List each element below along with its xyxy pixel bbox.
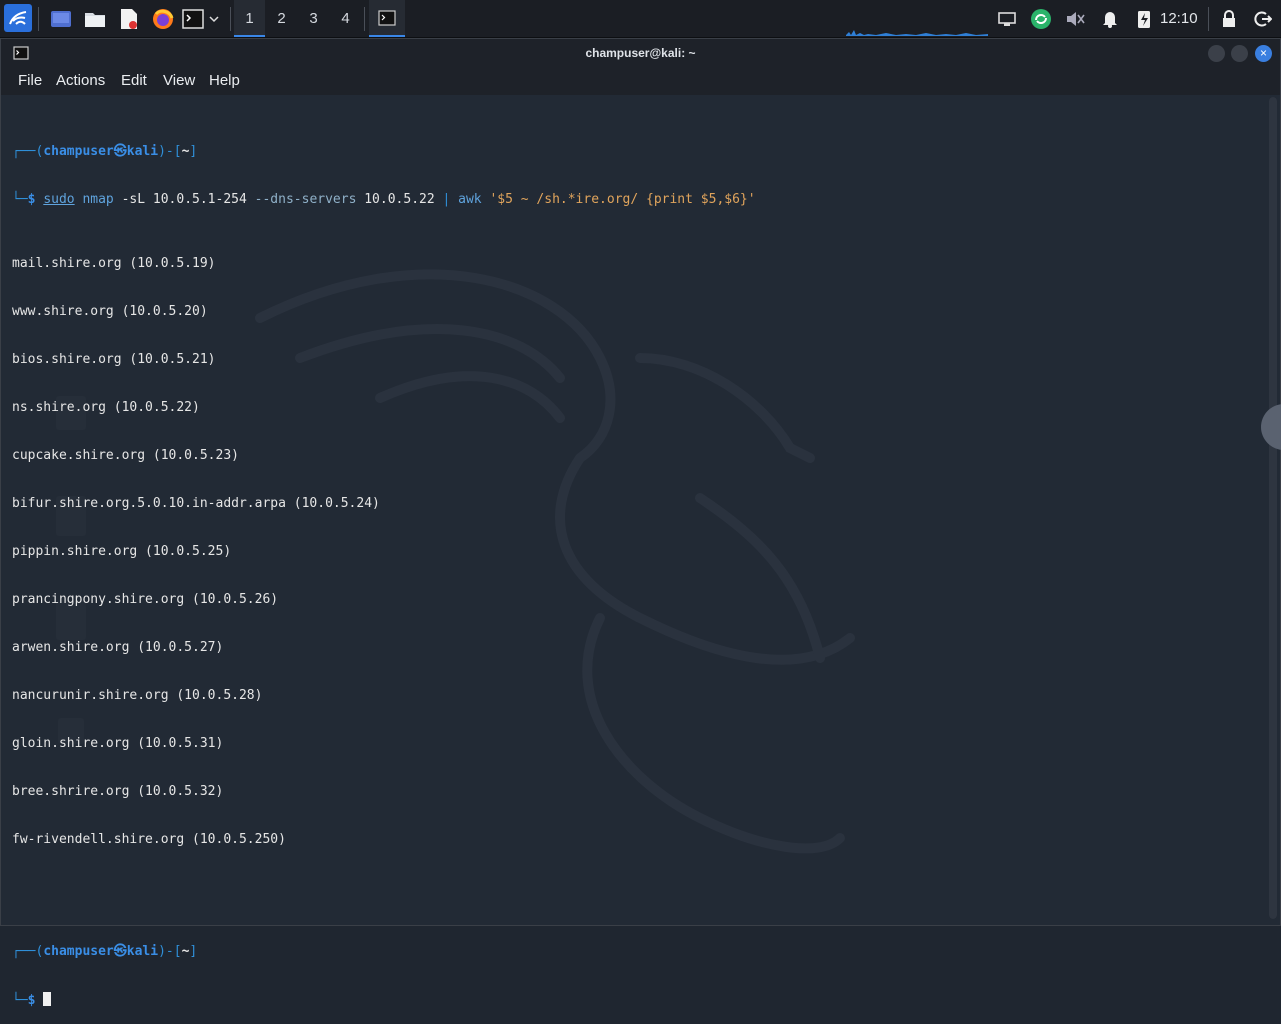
- prompt-line-1: ┌──(champuser㉿kali)-[~]: [12, 144, 756, 160]
- prompt-at: ㉿: [113, 944, 127, 959]
- top-panel: 1 2 3 4 12:10: [0, 0, 1281, 38]
- lock-icon[interactable]: [1216, 6, 1242, 32]
- scrollbar-thumb[interactable]: [1269, 97, 1277, 919]
- output-line: cupcake.shire.org (10.0.5.23): [12, 448, 239, 463]
- output-line: bios.shire.org (10.0.5.21): [12, 352, 216, 367]
- input-line[interactable]: └─$: [12, 992, 756, 1008]
- menu-file[interactable]: File: [18, 67, 42, 95]
- panel-separator: [230, 7, 231, 31]
- cmd-awk-script: '$5 ~ /sh.*ire.org/ {print $5,$6}': [489, 192, 756, 207]
- prompt-mid: )-[: [158, 944, 182, 959]
- prompt-line2: └─: [12, 993, 28, 1008]
- panel-separator: [364, 7, 365, 31]
- cpu-graph: [846, 30, 988, 36]
- output-line: ns.shire.org (10.0.5.22): [12, 400, 200, 415]
- workspace-4[interactable]: 4: [330, 0, 361, 37]
- prompt-host: kali: [126, 944, 159, 959]
- update-icon[interactable]: [1028, 6, 1054, 32]
- output-line: mail.shire.org (10.0.5.19): [12, 256, 216, 271]
- text-cursor: [43, 992, 52, 1006]
- menu-view[interactable]: View: [163, 67, 195, 95]
- terminal-output[interactable]: ┌──(champuser㉿kali)-[~] └─$ sudo nmap -s…: [12, 112, 756, 1024]
- cmd-awk: awk: [450, 192, 490, 207]
- clock[interactable]: 12:10: [1160, 0, 1198, 37]
- cmd-sudo: sudo: [43, 192, 75, 207]
- prompt-dollar: $: [27, 192, 36, 207]
- prompt-open: ┌──(: [12, 944, 44, 959]
- window-title: champuser@kali: ~: [585, 46, 696, 60]
- logout-icon[interactable]: [1250, 6, 1276, 32]
- cmd-nmap: nmap: [74, 192, 114, 207]
- firefox-icon[interactable]: [150, 6, 176, 32]
- terminal-icon: [378, 9, 396, 26]
- prompt-open: ┌──(: [12, 144, 44, 159]
- prompt-user: champuser: [43, 144, 114, 159]
- prompt-line-1: ┌──(champuser㉿kali)-[~]: [12, 944, 756, 960]
- desktop-icon[interactable]: [48, 6, 74, 32]
- cmd-args2: 10.0.5.22: [356, 192, 443, 207]
- menu-help[interactable]: Help: [209, 67, 240, 95]
- output-line: nancurunir.shire.org (10.0.5.28): [12, 688, 263, 703]
- workspace-1[interactable]: 1: [234, 0, 265, 37]
- titlebar[interactable]: champuser@kali: ~ ×: [1, 39, 1280, 67]
- dropdown-icon[interactable]: [204, 6, 224, 32]
- power-icon[interactable]: [1131, 6, 1157, 32]
- file-manager-icon[interactable]: [82, 6, 108, 32]
- prompt-close: ]: [189, 944, 198, 959]
- network-icon[interactable]: [994, 6, 1020, 32]
- bell-icon[interactable]: [1097, 6, 1123, 32]
- workspace-2[interactable]: 2: [266, 0, 297, 37]
- taskbar-terminal-window[interactable]: [369, 0, 405, 37]
- prompt-dir: ~: [181, 944, 190, 959]
- prompt-user: champuser: [43, 944, 114, 959]
- panel-separator: [38, 7, 39, 31]
- cmd-args1: -sL 10.0.5.1-254: [113, 192, 255, 207]
- output-line: www.shire.org (10.0.5.20): [12, 304, 208, 319]
- output-line: prancingpony.shire.org (10.0.5.26): [12, 592, 279, 607]
- kali-menu-icon[interactable]: [4, 4, 32, 32]
- output-line: arwen.shire.org (10.0.5.27): [12, 640, 224, 655]
- scrollbar[interactable]: [1269, 97, 1277, 919]
- output-line: bree.shrire.org (10.0.5.32): [12, 784, 224, 799]
- output-line: pippin.shire.org (10.0.5.25): [12, 544, 232, 559]
- output-line: bifur.shire.org.5.0.10.in-addr.arpa (10.…: [12, 496, 380, 511]
- prompt-dollar: $: [27, 993, 36, 1008]
- menu-edit[interactable]: Edit: [121, 67, 147, 95]
- output-line: gloin.shire.org (10.0.5.31): [12, 736, 224, 751]
- output-line: fw-rivendell.shire.org (10.0.5.250): [12, 832, 286, 847]
- command-line: └─$ sudo nmap -sL 10.0.5.1-254 --dns-ser…: [12, 192, 756, 208]
- prompt-close: ]: [189, 144, 198, 159]
- menubar: File Actions Edit View Help: [1, 67, 1280, 95]
- prompt-line2: └─: [12, 192, 28, 207]
- mute-icon[interactable]: [1062, 6, 1088, 32]
- menu-actions[interactable]: Actions: [56, 67, 105, 95]
- workspace-3[interactable]: 3: [298, 0, 329, 37]
- terminal-icon[interactable]: [180, 6, 206, 32]
- close-button[interactable]: ×: [1255, 45, 1272, 62]
- cmd-option: --dns-servers: [254, 192, 357, 207]
- prompt-at: ㉿: [113, 144, 127, 159]
- maximize-button[interactable]: [1231, 45, 1248, 62]
- panel-separator: [1208, 7, 1209, 31]
- prompt-mid: )-[: [158, 144, 182, 159]
- text-editor-icon[interactable]: [116, 6, 142, 32]
- prompt-host: kali: [126, 144, 159, 159]
- minimize-button[interactable]: [1208, 45, 1225, 62]
